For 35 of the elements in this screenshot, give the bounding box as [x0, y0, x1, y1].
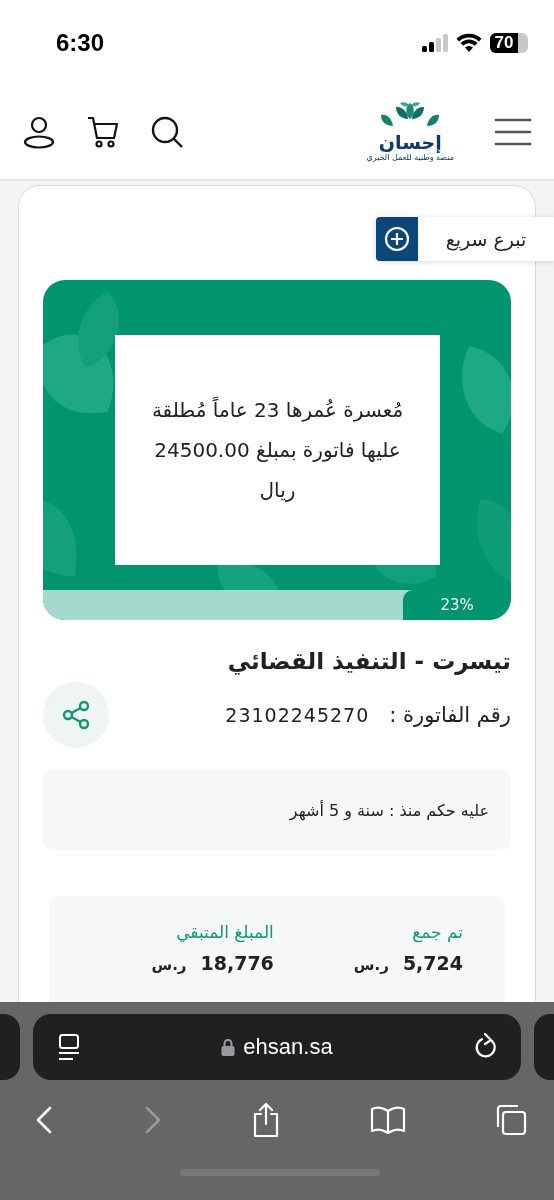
stat-amount: 18,776 — [200, 952, 274, 974]
lock-icon — [221, 1038, 236, 1056]
bookmarks-icon[interactable] — [369, 1105, 406, 1135]
stat-label: المبلغ المتبقي — [175, 922, 274, 942]
progress-percent: 23% — [440, 596, 474, 614]
battery-icon: 70 — [490, 32, 528, 53]
search-icon[interactable] — [150, 115, 184, 149]
url-text: ehsan.sa — [243, 1034, 333, 1060]
user-icon[interactable] — [22, 115, 56, 149]
status-time: 6:30 — [56, 28, 105, 57]
back-icon[interactable] — [34, 1105, 54, 1135]
adjacent-tab-edge[interactable] — [0, 1014, 20, 1080]
campaign-title: تيسرت - التنفيذ القضائي — [226, 648, 511, 674]
banner-text: مُعسرة عُمرها 23 عاماً مُطلقة عليها فاتورة بمبلغ 24500.00 ريال — [150, 395, 405, 504]
cart-icon[interactable] — [86, 115, 120, 149]
tabs-icon[interactable] — [494, 1103, 528, 1137]
logo-name: إحسان — [378, 131, 442, 153]
address-bar[interactable]: ehsan.sa — [33, 1014, 521, 1080]
wifi-icon — [456, 33, 482, 52]
invoice-label: رقم الفاتورة : — [389, 703, 511, 727]
stat-amount: 5,724 — [402, 952, 463, 974]
currency-label: ر.س — [151, 956, 187, 974]
invoice-number: 23102245270 — [225, 704, 370, 726]
share-icon[interactable] — [251, 1102, 281, 1138]
signal-icon — [422, 33, 448, 52]
plus-icon — [384, 226, 410, 252]
menu-icon[interactable] — [494, 117, 532, 147]
share-icon — [61, 700, 91, 730]
logo-tagline: منصة وطنية للعمل الخيري — [366, 153, 454, 163]
reader-icon[interactable] — [57, 1033, 81, 1061]
quick-donate-button[interactable]: تبرع سريع — [376, 217, 554, 261]
judgment-text: عليه حكم منذ : سنة و 5 أشهر — [289, 800, 489, 820]
currency-label: ر.س — [353, 956, 389, 974]
stat-label: تم جمع — [411, 922, 463, 942]
adjacent-tab-edge[interactable] — [534, 1014, 554, 1080]
